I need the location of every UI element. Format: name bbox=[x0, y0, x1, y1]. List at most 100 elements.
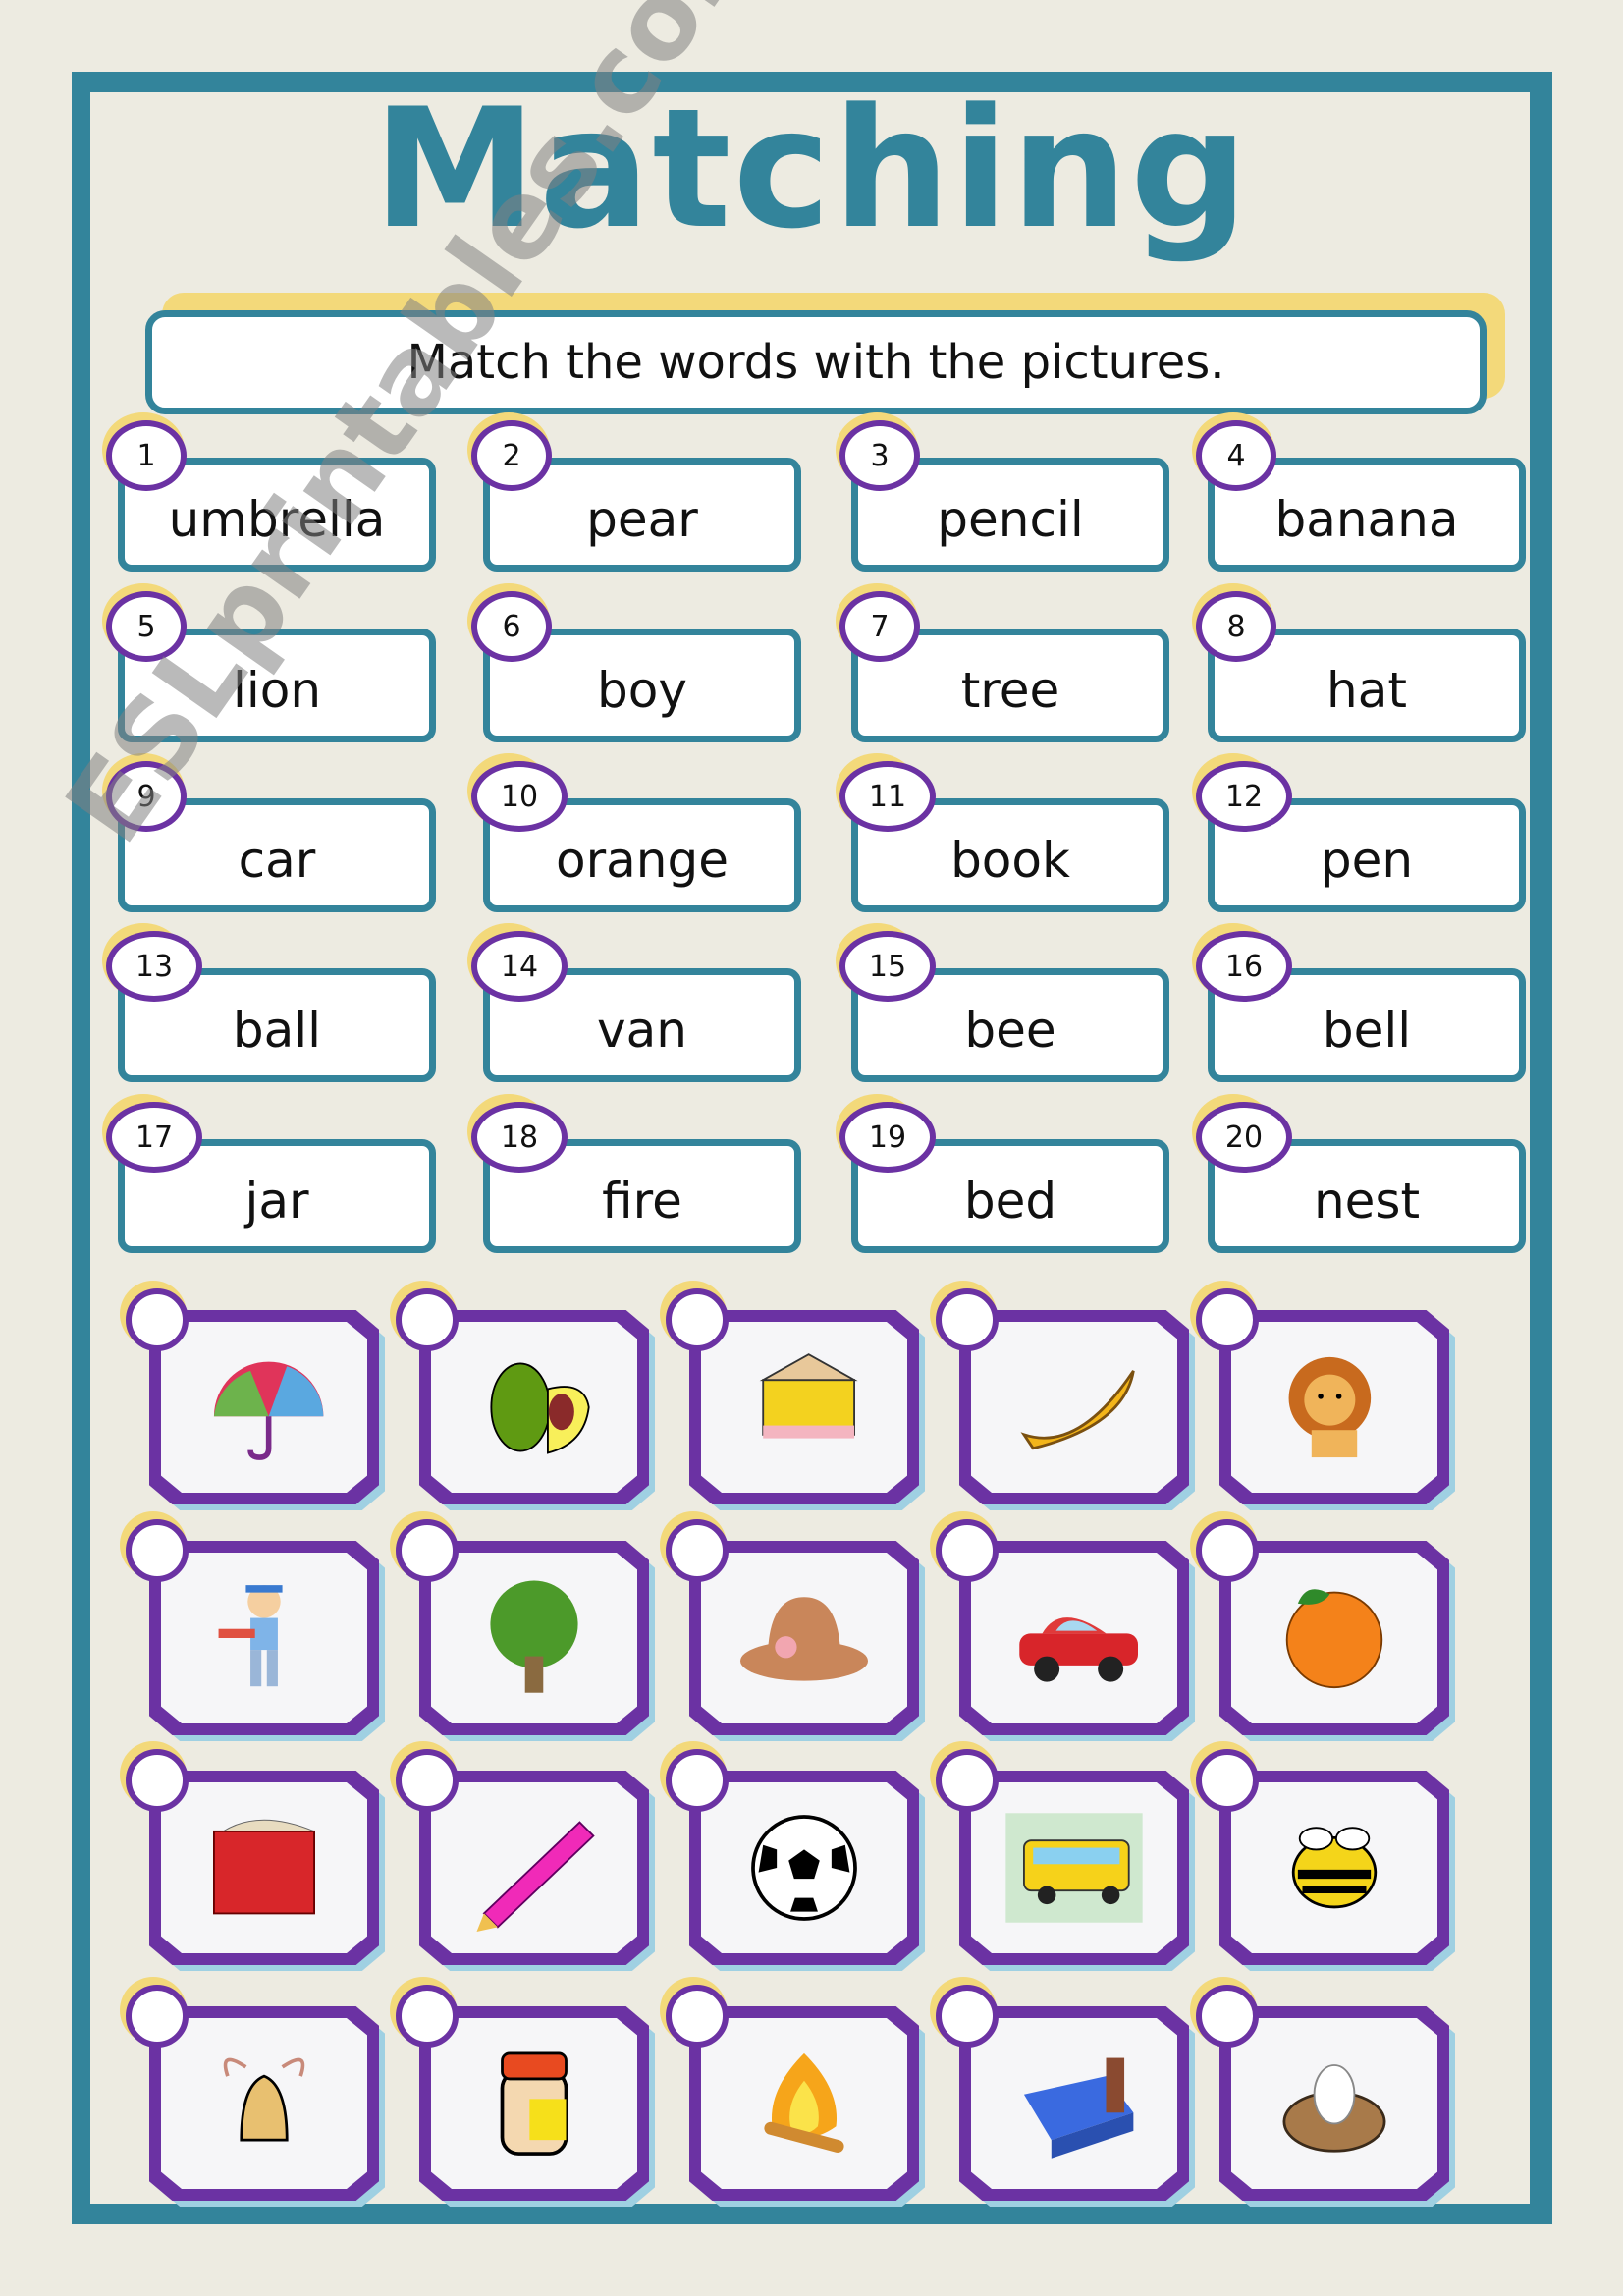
answer-circle[interactable] bbox=[666, 1985, 729, 2048]
answer-circle[interactable] bbox=[936, 1749, 999, 1812]
word-item: nest 20 bbox=[1192, 1094, 1526, 1253]
picture-item bbox=[390, 1741, 655, 1979]
picture-item bbox=[1190, 1281, 1455, 1518]
answer-circle[interactable] bbox=[1196, 1519, 1259, 1582]
banana-icon bbox=[1020, 1370, 1135, 1450]
answer-circle[interactable] bbox=[936, 1288, 999, 1351]
number-label: 13 bbox=[135, 949, 174, 984]
picture-item bbox=[1190, 1741, 1455, 1979]
picture-frame bbox=[1231, 1322, 1437, 1493]
answer-circle[interactable] bbox=[396, 1288, 459, 1351]
answer-circle[interactable] bbox=[666, 1519, 729, 1582]
answer-circle[interactable] bbox=[1196, 1749, 1259, 1812]
instruction-box: Match the words with the pictures. bbox=[145, 310, 1487, 414]
ball-icon bbox=[751, 1815, 857, 1921]
bed-icon bbox=[1023, 2057, 1134, 2159]
instruction-text: Match the words with the pictures. bbox=[406, 335, 1225, 390]
number-label: 15 bbox=[868, 949, 907, 984]
pen-icon bbox=[476, 1821, 595, 1932]
word-label: bee bbox=[964, 1002, 1056, 1059]
picture-frame bbox=[431, 1322, 637, 1493]
picture-item bbox=[120, 1741, 385, 1979]
answer-circle[interactable] bbox=[396, 1749, 459, 1812]
picture-frame bbox=[431, 2018, 637, 2189]
answer-circle[interactable] bbox=[666, 1288, 729, 1351]
word-item: lion 5 bbox=[102, 583, 436, 742]
word-label: lion bbox=[232, 662, 322, 719]
word-item: jar 17 bbox=[102, 1094, 436, 1253]
picture-item bbox=[930, 1281, 1195, 1518]
number-label: 7 bbox=[870, 609, 890, 644]
word-item: bee 15 bbox=[836, 923, 1169, 1082]
word-label: nest bbox=[1313, 1173, 1421, 1230]
answer-circle[interactable] bbox=[396, 1985, 459, 2048]
number-label: 5 bbox=[136, 609, 156, 644]
picture-frame bbox=[971, 1782, 1177, 1953]
word-item: boy 6 bbox=[467, 583, 801, 742]
answer-circle[interactable] bbox=[126, 1288, 189, 1351]
number-badge: 15 bbox=[839, 931, 936, 1002]
orange-icon bbox=[1285, 1589, 1383, 1689]
number-label: 12 bbox=[1224, 779, 1264, 814]
picture-frame bbox=[431, 1553, 637, 1723]
answer-circle[interactable] bbox=[1196, 1288, 1259, 1351]
answer-circle[interactable] bbox=[126, 1519, 189, 1582]
picture-item bbox=[390, 1511, 655, 1749]
picture-frame bbox=[971, 2018, 1177, 2189]
number-badge: 7 bbox=[839, 591, 920, 662]
number-label: 3 bbox=[870, 438, 890, 473]
word-item: banana 4 bbox=[1192, 412, 1526, 572]
picture-item bbox=[120, 1511, 385, 1749]
picture-frame bbox=[701, 1322, 907, 1493]
word-item: hat 8 bbox=[1192, 583, 1526, 742]
number-badge: 19 bbox=[839, 1102, 936, 1173]
word-item: bed 19 bbox=[836, 1094, 1169, 1253]
number-badge: 14 bbox=[471, 931, 568, 1002]
picture-item bbox=[930, 1977, 1195, 2214]
number-badge: 16 bbox=[1196, 931, 1292, 1002]
number-badge: 6 bbox=[471, 591, 552, 662]
answer-circle[interactable] bbox=[936, 1519, 999, 1582]
number-badge: 5 bbox=[106, 591, 187, 662]
answer-circle[interactable] bbox=[1196, 1985, 1259, 2048]
answer-circle[interactable] bbox=[936, 1985, 999, 2048]
word-label: banana bbox=[1274, 491, 1459, 548]
answer-circle[interactable] bbox=[126, 1985, 189, 2048]
number-label: 18 bbox=[500, 1120, 539, 1155]
number-badge: 9 bbox=[106, 761, 187, 832]
picture-item bbox=[930, 1741, 1195, 1979]
answer-circle[interactable] bbox=[396, 1519, 459, 1582]
number-badge: 3 bbox=[839, 420, 920, 491]
number-badge: 20 bbox=[1196, 1102, 1292, 1173]
number-label: 6 bbox=[502, 609, 521, 644]
nest-icon bbox=[1282, 2064, 1386, 2153]
picture-item bbox=[390, 1281, 655, 1518]
number-badge: 17 bbox=[106, 1102, 202, 1173]
word-item: pencil 3 bbox=[836, 412, 1169, 572]
boy-icon bbox=[218, 1585, 283, 1687]
word-item: van 14 bbox=[467, 923, 801, 1082]
word-label: bed bbox=[963, 1173, 1057, 1230]
number-badge: 4 bbox=[1196, 420, 1276, 491]
answer-circle[interactable] bbox=[126, 1749, 189, 1812]
number-badge: 2 bbox=[471, 420, 552, 491]
picture-item bbox=[660, 1741, 925, 1979]
picture-frame bbox=[1231, 1553, 1437, 1723]
number-badge: 1 bbox=[106, 420, 187, 491]
number-badge: 8 bbox=[1196, 591, 1276, 662]
pear-icon bbox=[490, 1362, 590, 1454]
picture-item bbox=[1190, 1977, 1455, 2214]
number-label: 2 bbox=[502, 438, 521, 473]
picture-frame bbox=[161, 1553, 367, 1723]
word-item: bell 16 bbox=[1192, 923, 1526, 1082]
word-label: orange bbox=[556, 832, 729, 889]
answer-circle[interactable] bbox=[666, 1749, 729, 1812]
bell-icon bbox=[223, 2057, 305, 2142]
picture-item bbox=[930, 1511, 1195, 1749]
number-badge: 18 bbox=[471, 1102, 568, 1173]
picture-item bbox=[120, 1281, 385, 1518]
car-icon bbox=[1019, 1617, 1138, 1682]
number-label: 16 bbox=[1224, 949, 1264, 984]
picture-frame bbox=[701, 1553, 907, 1723]
picture-frame bbox=[161, 2018, 367, 2189]
